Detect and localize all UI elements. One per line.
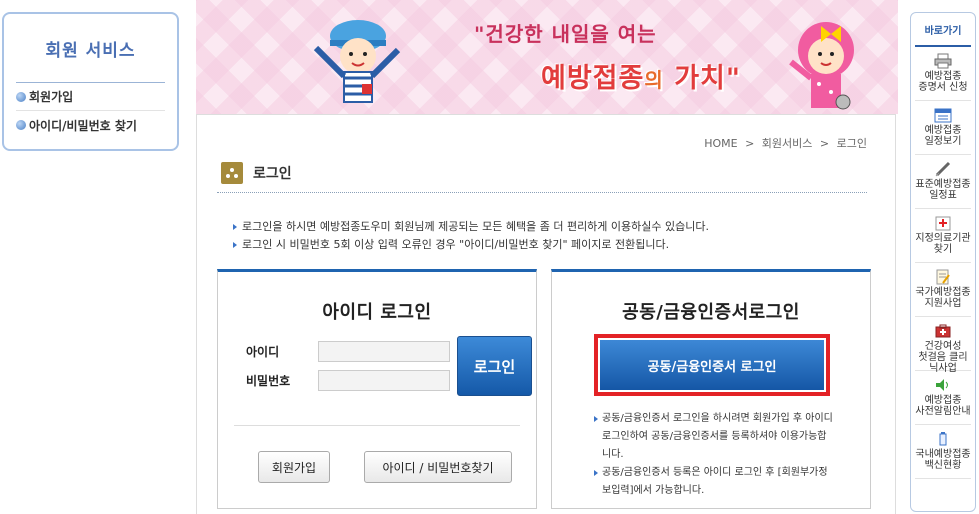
quick-item-line1: 예방접종: [924, 395, 962, 406]
bullet-icon: [16, 91, 26, 102]
banner-headline: "건강한 내일을 여는: [474, 22, 657, 46]
page-title: 로그인: [253, 166, 292, 182]
quick-item-line2: 사전알림안내: [915, 406, 971, 417]
quick-item-line1: 지정의료기관: [915, 233, 971, 244]
quick-item-vaccine-status[interactable]: 국내예방접종 백신현황: [915, 425, 971, 479]
notice-item: 로그인을 하시면 예방접종도우미 회원님께 제공되는 모든 혜택을 좀 더 편리…: [233, 218, 709, 236]
certificate-login-button[interactable]: 공동/금융인증서 로그인: [600, 340, 824, 390]
member-service-title: 회원 서비스: [45, 41, 136, 61]
quick-item-hospital[interactable]: 지정의료기관 찾기: [915, 209, 971, 263]
breadcrumb-separator: >: [745, 137, 755, 150]
login-content: HOME > 회원서비스 > 로그인 로그인 로그인을 하시면 예방접종도우미 …: [196, 114, 896, 514]
banner-text-end: 가치": [674, 63, 741, 94]
quick-item-national-support[interactable]: 국가예방접종 지원사업: [915, 263, 971, 317]
quick-item-line2: 찾기: [933, 244, 953, 255]
certificate-button-highlight: 공동/금융인증서 로그인: [594, 334, 830, 396]
quick-item-line2: 일정보기: [924, 136, 962, 147]
quick-item-line2: 지원사업: [924, 298, 962, 309]
certificate-notes: 공동/금융인증서 로그인을 하시려면 회원가입 후 아이디 로그인하여 공동/금…: [594, 410, 834, 500]
boy-character-illustration: [313, 20, 401, 103]
quick-item-line1: 국가예방접종: [915, 287, 971, 298]
breadcrumb-member-service[interactable]: 회원서비스: [762, 137, 813, 150]
first-aid-icon: [935, 324, 951, 338]
girl-character-illustration: [789, 22, 854, 110]
certificate-note: 공동/금융인증서 등록은 아이디 로그인 후 [회원부가정보입력]에서 가능합니…: [594, 464, 834, 500]
vaccine-icon: [939, 432, 947, 446]
triangle-bullet-icon: [233, 224, 237, 230]
certificate-note: 공동/금융인증서 로그인을 하시려면 회원가입 후 아이디 로그인하여 공동/금…: [594, 410, 834, 464]
login-button[interactable]: 로그인: [457, 336, 532, 396]
menu-item-label: 아이디/비밀번호 찾기: [29, 118, 137, 133]
notice-text: 로그인을 하시면 예방접종도우미 회원님께 제공되는 모든 혜택을 좀 더 편리…: [242, 220, 709, 233]
notice-item: 로그인 시 비밀번호 5회 이상 입력 오류인 경우 "아이디/비밀번호 찾기"…: [233, 236, 709, 254]
speaker-icon: [936, 379, 948, 391]
breadcrumb-separator: >: [819, 137, 830, 150]
password-input[interactable]: [318, 370, 450, 391]
title-row: 로그인: [221, 162, 292, 184]
login-notice: 로그인을 하시면 예방접종도우미 회원님께 제공되는 모든 혜택을 좀 더 편리…: [233, 218, 709, 254]
page: 회원 서비스 회원가입 아이디/비밀번호 찾기 "건강한 내일을 여는 예방접종…: [0, 0, 979, 514]
quick-menu-title: 바로가기: [915, 13, 971, 47]
triangle-bullet-icon: [594, 416, 598, 422]
quick-menu: 바로가기 예방접종 증명서 신청 예방접종 일정보기 표준예방접종 일정표 지정…: [910, 12, 976, 512]
certificate-login-title: 공동/금융인증서로그인: [622, 302, 800, 323]
panel-divider: [234, 425, 520, 426]
syringe-icon: [935, 161, 951, 177]
quick-item-schedule[interactable]: 예방접종 일정보기: [915, 101, 971, 155]
hospital-icon: [935, 216, 951, 231]
certificate-login-panel: 공동/금융인증서로그인 공동/금융인증서 로그인 공동/금융인증서 로그인을 하…: [551, 269, 871, 509]
quick-item-line1: 건강여성: [924, 341, 962, 352]
menu-item-label: 회원가입: [29, 90, 74, 104]
menu-item-find-account[interactable]: 아이디/비밀번호 찾기: [16, 111, 165, 139]
bullet-icon: [16, 120, 26, 130]
quick-item-standard-schedule[interactable]: 표준예방접종 일정표: [915, 155, 971, 209]
join-button[interactable]: 회원가입: [258, 451, 330, 483]
breadcrumb: HOME > 회원서비스 > 로그인: [702, 135, 869, 151]
password-row: 비밀번호: [246, 370, 450, 391]
quick-item-line1: 예방접종: [924, 125, 962, 136]
quick-item-line2: 일정표: [929, 190, 957, 201]
certificate-note-text: 공동/금융인증서 등록은 아이디 로그인 후 [회원부가정보입력]에서 가능합니…: [602, 467, 828, 496]
quick-item-line2: 백신현황: [924, 460, 962, 471]
breadcrumb-home[interactable]: HOME: [704, 137, 737, 150]
member-service-menu: 회원 서비스 회원가입 아이디/비밀번호 찾기: [2, 12, 179, 151]
banner-subheadline: 예방접종의 가치": [541, 56, 741, 95]
calendar-icon: [934, 108, 952, 123]
notice-text: 로그인 시 비밀번호 5회 이상 입력 오류인 경우 "아이디/비밀번호 찾기"…: [242, 238, 670, 251]
quick-item-notification[interactable]: 예방접종 사전알림안내: [915, 371, 971, 425]
breadcrumb-current: 로그인: [836, 137, 867, 150]
triangle-bullet-icon: [233, 242, 237, 248]
quick-item-line1: 표준예방접종: [915, 179, 971, 190]
certificate-note-text: 공동/금융인증서 로그인을 하시려면 회원가입 후 아이디 로그인하여 공동/금…: [602, 413, 833, 460]
title-divider: [217, 192, 867, 193]
password-label: 비밀번호: [246, 374, 291, 388]
quick-item-line1: 예방접종: [924, 71, 962, 82]
quick-item-women-clinic[interactable]: 건강여성 첫걸음 클리닉사업: [915, 317, 971, 374]
id-input[interactable]: [318, 341, 450, 362]
banner-text-main: 예방접종: [541, 63, 645, 94]
triangle-bullet-icon: [594, 470, 598, 476]
printer-icon: [934, 53, 952, 69]
banner-text-small: 의: [644, 68, 664, 92]
id-label: 아이디: [246, 345, 280, 359]
title-icon: [221, 162, 243, 184]
find-id-password-button[interactable]: 아이디 / 비밀번호찾기: [364, 451, 512, 483]
quick-item-certificate[interactable]: 예방접종 증명서 신청: [915, 47, 971, 101]
menu-item-join[interactable]: 회원가입: [16, 83, 165, 111]
quick-item-line2: 증명서 신청: [918, 82, 968, 93]
id-login-panel: 아이디 로그인 아이디 비밀번호 로그인 회원가입 아이디 / 비밀번호찾기: [217, 269, 537, 509]
quick-item-line1: 국내예방접종: [915, 449, 971, 460]
top-banner: "건강한 내일을 여는 예방접종의 가치": [196, 0, 898, 114]
id-login-title: 아이디 로그인: [322, 302, 432, 323]
id-row: 아이디: [246, 341, 450, 362]
document-icon: [936, 269, 950, 285]
